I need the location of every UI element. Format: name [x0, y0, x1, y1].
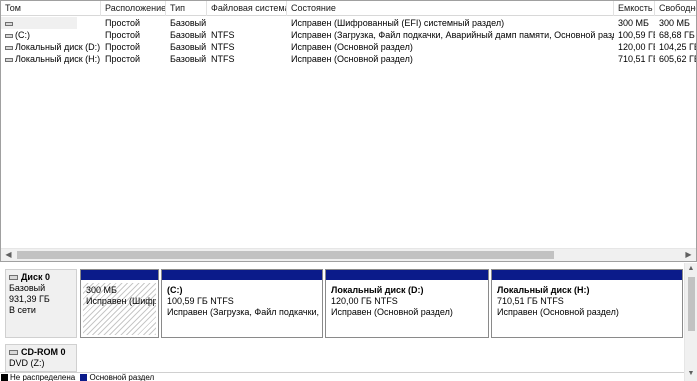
volume-cell: (C:): [1, 29, 101, 41]
scrollbar-thumb[interactable]: [688, 277, 695, 331]
partition-title: Локальный диск (D:): [331, 285, 424, 295]
partition-size: 710,51 ГБ NTFS: [497, 296, 564, 306]
disk-kind: Базовый: [9, 283, 46, 293]
volume-name: (C:): [15, 30, 30, 40]
partition-status: Исправен (Шифро: [86, 296, 156, 306]
column-header-type[interactable]: Тип: [166, 1, 207, 16]
scroll-right-icon[interactable]: ▶: [681, 249, 696, 261]
type-cell: Базовый: [170, 42, 207, 52]
table-row[interactable]: Локальный диск (H:) Простой Базовый NTFS…: [1, 53, 697, 65]
type-cell: Базовый: [170, 54, 207, 64]
column-header-capacity[interactable]: Емкость: [614, 1, 655, 16]
capacity-cell: 100,59 ГБ: [618, 30, 655, 40]
legend-unallocated-label: Не распределена: [10, 373, 76, 381]
partition-bar: [81, 270, 158, 280]
status-cell: Исправен (Загрузка, Файл подкачки, Авари…: [291, 30, 614, 40]
legend: Не распределена Основной раздел: [0, 372, 684, 381]
partition-bar: [326, 270, 488, 280]
horizontal-scrollbar[interactable]: ◀ ▶: [1, 248, 696, 261]
volume-list-header: Том Расположение Тип Файловая система Со…: [1, 1, 696, 16]
disk-size: 931,39 ГБ: [9, 294, 50, 304]
partition-d[interactable]: Локальный диск (D:) 120,00 ГБ NTFS Испра…: [325, 269, 489, 338]
layout-cell: Простой: [105, 42, 141, 52]
partition-efi[interactable]: 300 МБ Исправен (Шифро: [80, 269, 159, 338]
legend-unallocated-swatch: [1, 374, 8, 381]
legend-primary-swatch: [80, 374, 88, 381]
capacity-cell: 300 МБ: [618, 18, 649, 28]
drive-icon: [5, 22, 13, 26]
partition-h[interactable]: Локальный диск (H:) 710,51 ГБ NTFS Испра…: [491, 269, 683, 338]
column-header-volume[interactable]: Том: [1, 1, 101, 16]
drive-icon: [5, 58, 13, 62]
partition-title: Локальный диск (H:): [497, 285, 590, 295]
partition-bar: [162, 270, 322, 280]
free-cell: 104,25 ГБ: [659, 42, 697, 52]
column-header-filesystem[interactable]: Файловая система: [207, 1, 287, 16]
capacity-cell: 120,00 ГБ: [618, 42, 655, 52]
table-row[interactable]: Простой Базовый Исправен (Шифрованный (E…: [1, 17, 696, 29]
filesystem-cell: NTFS: [211, 42, 235, 52]
status-cell: Исправен (Шифрованный (EFI) системный ра…: [291, 18, 505, 28]
cdrom-icon: [9, 350, 18, 355]
column-header-status[interactable]: Состояние: [287, 1, 614, 16]
volume-name: Локальный диск (D:): [15, 42, 101, 52]
filesystem-cell: NTFS: [211, 54, 235, 64]
volume-name: Локальный диск (H:): [15, 54, 101, 64]
partition-status: Исправен (Основной раздел): [497, 307, 619, 317]
disk-name: Диск 0: [21, 272, 50, 282]
type-cell: Базовый: [170, 30, 207, 40]
volume-cell: Локальный диск (H:): [1, 53, 101, 65]
vertical-scrollbar[interactable]: ▲ ▼: [684, 263, 697, 381]
partition-body: 300 МБ Исправен (Шифро: [83, 283, 156, 335]
free-cell: 68,68 ГБ: [659, 30, 695, 40]
partition-size: 100,59 ГБ NTFS: [167, 296, 234, 306]
partition-body: (C:) 100,59 ГБ NTFS Исправен (Загрузка, …: [164, 283, 320, 335]
scroll-up-icon[interactable]: ▲: [685, 263, 697, 275]
table-row[interactable]: (C:) Простой Базовый NTFS Исправен (Загр…: [1, 29, 696, 41]
filesystem-cell: [207, 17, 287, 29]
free-cell: 300 МБ: [659, 18, 690, 28]
volume-cell: Локальный диск (D:): [1, 41, 101, 53]
column-header-layout[interactable]: Расположение: [101, 1, 166, 16]
disk-state: В сети: [9, 305, 36, 315]
partition-size: 120,00 ГБ NTFS: [331, 296, 398, 306]
layout-cell: Простой: [105, 54, 141, 64]
table-row[interactable]: Локальный диск (D:) Простой Базовый NTFS…: [1, 41, 697, 53]
disk-icon: [9, 275, 18, 280]
drive-icon: [5, 46, 13, 50]
volume-list[interactable]: Том Расположение Тип Файловая система Со…: [0, 0, 697, 262]
legend-primary-label: Основной раздел: [89, 373, 155, 381]
status-cell: Исправен (Основной раздел): [291, 42, 413, 52]
partition-title: (C:): [167, 285, 183, 295]
capacity-cell: 710,51 ГБ: [618, 54, 655, 64]
layout-cell: Простой: [105, 18, 141, 28]
type-cell: Базовый: [170, 18, 207, 28]
scroll-left-icon[interactable]: ◀: [1, 249, 16, 261]
cdrom-name: CD-ROM 0: [21, 347, 66, 357]
status-cell: Исправен (Основной раздел): [291, 54, 413, 64]
drive-icon: [5, 34, 13, 38]
cdrom-drive: DVD (Z:): [9, 358, 45, 368]
partition-status: Исправен (Загрузка, Файл подкачки, Ав: [167, 307, 320, 317]
partition-bar: [492, 270, 682, 280]
partition-status: Исправен (Основной раздел): [331, 307, 453, 317]
partition-body: Локальный диск (H:) 710,51 ГБ NTFS Испра…: [494, 283, 680, 335]
volume-cell: [1, 17, 77, 29]
cdrom-0-label[interactable]: CD-ROM 0 DVD (Z:): [5, 344, 77, 372]
filesystem-cell: NTFS: [211, 30, 235, 40]
disk-0-label[interactable]: Диск 0 Базовый 931,39 ГБ В сети: [5, 269, 77, 338]
partition-c[interactable]: (C:) 100,59 ГБ NTFS Исправен (Загрузка, …: [161, 269, 323, 338]
scroll-down-icon[interactable]: ▼: [685, 368, 697, 380]
scrollbar-thumb[interactable]: [17, 251, 554, 259]
free-cell: 605,62 ГБ: [659, 54, 697, 64]
partition-body: Локальный диск (D:) 120,00 ГБ NTFS Испра…: [328, 283, 486, 335]
column-header-free[interactable]: Свободно: [655, 1, 696, 16]
partition-size: 300 МБ: [86, 285, 117, 295]
layout-cell: Простой: [105, 30, 141, 40]
